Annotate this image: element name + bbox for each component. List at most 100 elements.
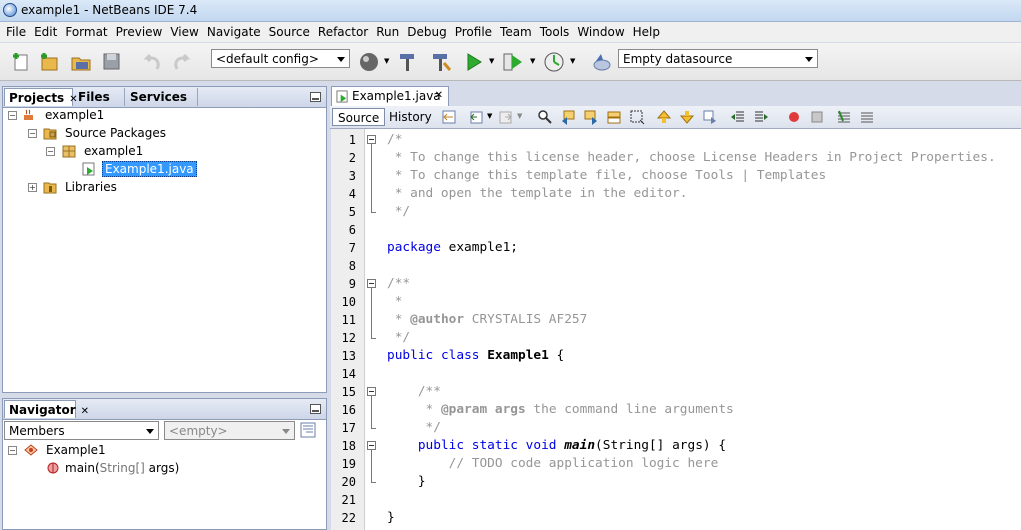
close-icon[interactable]: ✕ [81,406,89,417]
previous-bookmark-icon[interactable] [656,109,672,125]
forward-icon[interactable] [498,109,514,125]
collapse-icon[interactable]: − [8,111,17,120]
dropdown-arrow-icon[interactable]: ▼ [570,57,575,65]
collapse-icon[interactable]: − [8,446,17,455]
shift-left-icon[interactable] [730,109,746,125]
menu-profile[interactable]: Profile [451,22,496,42]
menu-edit[interactable]: Edit [30,22,61,42]
shift-right-icon[interactable] [753,109,769,125]
collapse-icon[interactable]: − [46,147,55,156]
open-project-icon[interactable] [70,51,92,73]
menu-tools[interactable]: Tools [536,22,574,42]
code-line: * and open the template in the editor. [387,186,688,201]
last-edit-icon[interactable] [441,109,457,125]
class-icon [24,444,38,456]
collapse-icon[interactable]: − [28,129,37,138]
datasource-icon[interactable] [591,51,613,73]
menu-bar: File Edit Format Preview View Navigate S… [0,22,1021,42]
save-all-icon[interactable] [101,51,123,73]
debug-project-icon[interactable] [502,51,524,73]
fold-icon[interactable] [367,441,376,450]
tab-navigator[interactable]: Navigator ✕ [4,400,89,418]
menu-format[interactable]: Format [61,22,111,42]
redo-icon[interactable] [171,51,193,73]
chevron-down-icon [282,429,290,434]
config-select[interactable]: <default config> [211,49,350,68]
menu-preview[interactable]: Preview [112,22,167,42]
undo-icon[interactable] [141,51,163,73]
tab-example1-java[interactable]: Example1.java ✕ [331,86,449,106]
expand-icon[interactable]: + [28,183,37,192]
tab-projects[interactable]: Projects ✕ [4,88,78,106]
code-line: * To change this template file, choose T… [387,168,827,183]
navigator-panel: Navigator ✕ Members <empty> − Example1 ma… [2,398,327,530]
line-number: 2 [348,151,356,165]
menu-navigate[interactable]: Navigate [203,22,265,42]
close-icon[interactable]: ✕ [435,87,443,105]
back-icon[interactable] [468,109,484,125]
toggle-rectangular-selection-icon[interactable] [629,109,645,125]
start-macro-icon[interactable] [786,109,802,125]
run-project-icon[interactable] [463,51,485,73]
source-view-button[interactable]: Source [332,108,386,126]
fold-icon[interactable] [367,135,376,144]
menu-view[interactable]: View [166,22,202,42]
comment-icon[interactable] [836,109,852,125]
tree-package[interactable]: example1 [84,142,143,160]
code-line: public static void main(String[] args) { [387,437,726,455]
toggle-bookmark-icon[interactable] [702,109,718,125]
find-icon[interactable] [537,109,553,125]
fold-guide-end [371,338,376,339]
tab-services[interactable]: Services [126,88,198,106]
keyword: public static void [387,438,557,453]
fold-icon[interactable] [367,387,376,396]
dropdown-arrow-icon[interactable]: ▼ [384,57,389,65]
set-main-project-icon[interactable] [358,51,380,73]
menu-debug[interactable]: Debug [403,22,450,42]
new-project-icon[interactable] [38,51,60,73]
dropdown-arrow-icon[interactable]: ▼ [487,112,492,120]
uncomment-icon[interactable] [859,109,875,125]
next-bookmark-icon[interactable] [679,109,695,125]
find-next-icon[interactable] [583,109,599,125]
code-editor[interactable]: /* * To change this license header, choo… [365,129,1021,530]
members-select[interactable]: Members [4,421,159,440]
tree-source-packages[interactable]: Source Packages [65,124,166,142]
fold-guide [371,144,372,212]
menu-source[interactable]: Source [265,22,314,42]
minimize-icon[interactable] [310,404,321,414]
menu-run[interactable]: Run [372,22,403,42]
profile-project-icon[interactable] [543,51,565,73]
javadoc-tag: @param [440,402,488,417]
dropdown-arrow-icon[interactable]: ▼ [530,57,535,65]
tree-file[interactable]: Example1.java [102,160,197,178]
build-hammer-icon[interactable] [397,51,419,73]
clean-build-icon[interactable] [430,51,452,73]
navigator-options-icon[interactable] [300,422,316,438]
history-view-button[interactable]: History [384,108,437,126]
new-file-icon[interactable] [10,51,32,73]
navigator-class[interactable]: Example1 [46,441,106,459]
menu-file[interactable]: File [2,22,30,42]
line-number: 8 [348,259,356,273]
projects-panel: Projects ✕ Files Services − example1 − So… [2,86,327,393]
stop-macro-icon[interactable] [809,109,825,125]
empty-select[interactable]: <empty> [164,421,295,440]
toggle-highlight-icon[interactable] [606,109,622,125]
line-number: 16 [341,403,356,417]
menu-help[interactable]: Help [629,22,664,42]
dropdown-arrow-icon[interactable]: ▼ [517,112,522,120]
tab-files[interactable]: Files [74,88,125,106]
fold-icon[interactable] [367,279,376,288]
dropdown-arrow-icon[interactable]: ▼ [489,57,494,65]
navigator-method[interactable]: main(String[] args) [65,459,179,477]
menu-window[interactable]: Window [573,22,628,42]
tree-libraries[interactable]: Libraries [65,178,117,196]
menu-team[interactable]: Team [496,22,536,42]
minimize-icon[interactable] [310,92,321,102]
find-previous-icon[interactable] [560,109,576,125]
code-line: package example1; [387,239,518,257]
tree-project[interactable]: example1 [45,106,104,124]
datasource-select[interactable]: Empty datasource [618,49,818,68]
menu-refactor[interactable]: Refactor [314,22,372,42]
